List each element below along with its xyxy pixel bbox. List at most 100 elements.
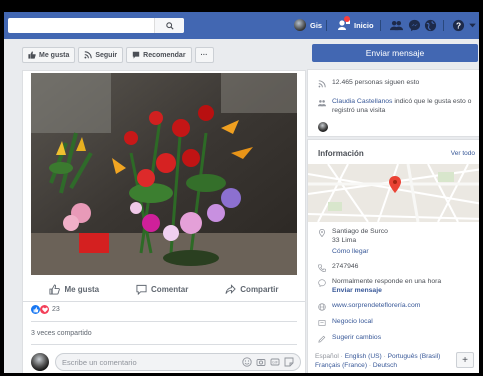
- language-link[interactable]: Français (France): [315, 362, 367, 369]
- category-row: Negocio local: [318, 318, 373, 327]
- directions-link[interactable]: Cómo llegar: [332, 248, 388, 257]
- suggest-edits-row: Sugerir cambios: [318, 334, 381, 343]
- svg-text:GIF: GIF: [272, 361, 279, 365]
- nav-user-name: Gis: [310, 20, 323, 30]
- help-icon[interactable]: ?: [452, 19, 465, 32]
- followers-text: 12.465 personas siguen esto: [332, 79, 420, 86]
- flower-arrangement-image: [31, 73, 297, 275]
- phone-number: 2747946: [332, 263, 359, 270]
- messenger-icon: [318, 279, 326, 287]
- rss-follow-icon: [84, 51, 93, 59]
- language-link[interactable]: English (US): [345, 353, 382, 360]
- address-line-1: Santiago de Surco: [332, 228, 388, 235]
- comment-icon: [136, 284, 147, 295]
- facebook-page: Gis Inicio ? Me gusta Seguir Recomendar …: [4, 12, 479, 373]
- post-share-button[interactable]: Compartir: [225, 283, 279, 295]
- language-link[interactable]: Deutsch: [373, 362, 397, 369]
- notification-dot: [344, 16, 350, 22]
- map-image: [308, 164, 479, 222]
- comment-composer: Escribe un comentario GIF: [31, 351, 301, 373]
- reactions-count: 23: [52, 306, 60, 313]
- like-reaction-icon: [31, 305, 40, 314]
- category-link[interactable]: Negocio local: [332, 318, 373, 327]
- sticker-icon[interactable]: [284, 357, 294, 367]
- phone-icon: [318, 264, 326, 272]
- screenshot-frame: Gis Inicio ? Me gusta Seguir Recomendar …: [0, 0, 483, 376]
- community-card: 12.465 personas siguen esto Claudia Cast…: [307, 69, 479, 137]
- shares-count[interactable]: 3 veces compartido: [31, 330, 92, 337]
- search-button[interactable]: [154, 18, 184, 33]
- globe-notifications-icon[interactable]: [424, 19, 437, 32]
- send-message-link[interactable]: Enviar mensaje: [332, 287, 441, 296]
- info-title: Información: [318, 149, 364, 158]
- comment-input[interactable]: Escribe un comentario GIF: [55, 353, 301, 371]
- post-comment-button[interactable]: Comentar: [136, 284, 188, 295]
- current-language: Español: [315, 353, 339, 360]
- website-row: www.sorprendeteflorería.com: [318, 302, 420, 311]
- reactions-summary[interactable]: 23: [31, 305, 60, 314]
- location-map[interactable]: [308, 164, 479, 222]
- post-card: Me gusta Comentar Compartir 23 3 veces c…: [22, 70, 306, 373]
- website-link[interactable]: www.sorprendeteflorería.com: [332, 302, 420, 311]
- response-time-text: Normalmente responde en una hora: [332, 278, 442, 285]
- love-reaction-icon: [40, 305, 49, 314]
- suggest-edits-link[interactable]: Sugerir cambios: [332, 334, 381, 343]
- post-comment-label: Comentar: [151, 284, 189, 294]
- divider: [23, 301, 305, 302]
- gif-icon[interactable]: GIF: [270, 357, 280, 367]
- address-block: Santiago de Surco 33 Lima Cómo llegar: [332, 228, 388, 256]
- add-language-button[interactable]: +: [456, 352, 474, 368]
- visit-row: Claudia Castellanos indicó que le gusta …: [318, 98, 478, 116]
- account-menu-icon[interactable]: [468, 19, 477, 32]
- see-all-link[interactable]: Ver todo: [451, 150, 475, 157]
- avatar[interactable]: [318, 122, 328, 132]
- response-row: Normalmente responde en una hora Enviar …: [318, 278, 441, 296]
- nav-divider: [380, 20, 381, 31]
- visit-text: Claudia Castellanos indicó que le gusta …: [332, 98, 478, 116]
- search-input[interactable]: [8, 18, 184, 33]
- speech-bubble-icon: [132, 51, 140, 59]
- follow-button[interactable]: Seguir: [78, 47, 124, 63]
- address-row: Santiago de Surco 33 Lima Cómo llegar: [318, 228, 388, 256]
- more-options-button[interactable]: ···: [194, 47, 214, 63]
- post-actions-bar: Me gusta Comentar Compartir: [31, 279, 297, 299]
- language-selector: Español · English (US) · Português (Bras…: [315, 353, 441, 370]
- post-photo-flower-arrangement[interactable]: [31, 73, 297, 275]
- people-icon: [318, 100, 326, 107]
- post-like-button[interactable]: Me gusta: [49, 283, 100, 295]
- globe-icon: [318, 303, 326, 311]
- messenger-icon[interactable]: [408, 19, 421, 32]
- post-like-label: Me gusta: [64, 284, 100, 294]
- language-link[interactable]: Português (Brasil): [388, 353, 441, 360]
- emoji-icon[interactable]: [242, 357, 252, 367]
- camera-icon[interactable]: [256, 357, 266, 367]
- nav-divider: [443, 20, 444, 31]
- send-message-button[interactable]: Enviar mensaje: [312, 44, 478, 62]
- address-line-2: 33 Lima: [332, 236, 357, 244]
- location-pin-icon: [319, 229, 325, 237]
- recommend-button[interactable]: Recomendar: [126, 47, 192, 63]
- avatar: [294, 19, 306, 31]
- more-options-label: ···: [200, 51, 208, 59]
- search-icon: [165, 21, 174, 30]
- send-message-label: Enviar mensaje: [365, 48, 425, 58]
- plus-icon: +: [462, 354, 468, 366]
- avatar: [31, 353, 49, 371]
- top-navigation-bar: Gis Inicio ?: [4, 12, 479, 39]
- post-share-label: Compartir: [240, 284, 279, 294]
- thumbs-up-icon: [28, 51, 36, 59]
- nav-profile-link[interactable]: Gis: [294, 19, 322, 31]
- divider: [31, 321, 297, 322]
- nav-home-link[interactable]: Inicio: [354, 21, 374, 30]
- follow-label: Seguir: [95, 51, 118, 59]
- friend-requests-icon[interactable]: [390, 19, 403, 32]
- share-arrow-icon: [225, 283, 237, 294]
- pencil-icon: [318, 335, 326, 343]
- like-page-button[interactable]: Me gusta: [22, 47, 76, 63]
- tag-icon: [318, 320, 326, 326]
- response-block: Normalmente responde en una hora Enviar …: [332, 278, 441, 296]
- followers-row: 12.465 personas siguen esto: [318, 79, 419, 88]
- divider: [31, 344, 297, 345]
- visitor-name-link[interactable]: Claudia Castellanos: [332, 98, 392, 105]
- page-actions-bar: Me gusta Seguir Recomendar ···: [22, 44, 308, 66]
